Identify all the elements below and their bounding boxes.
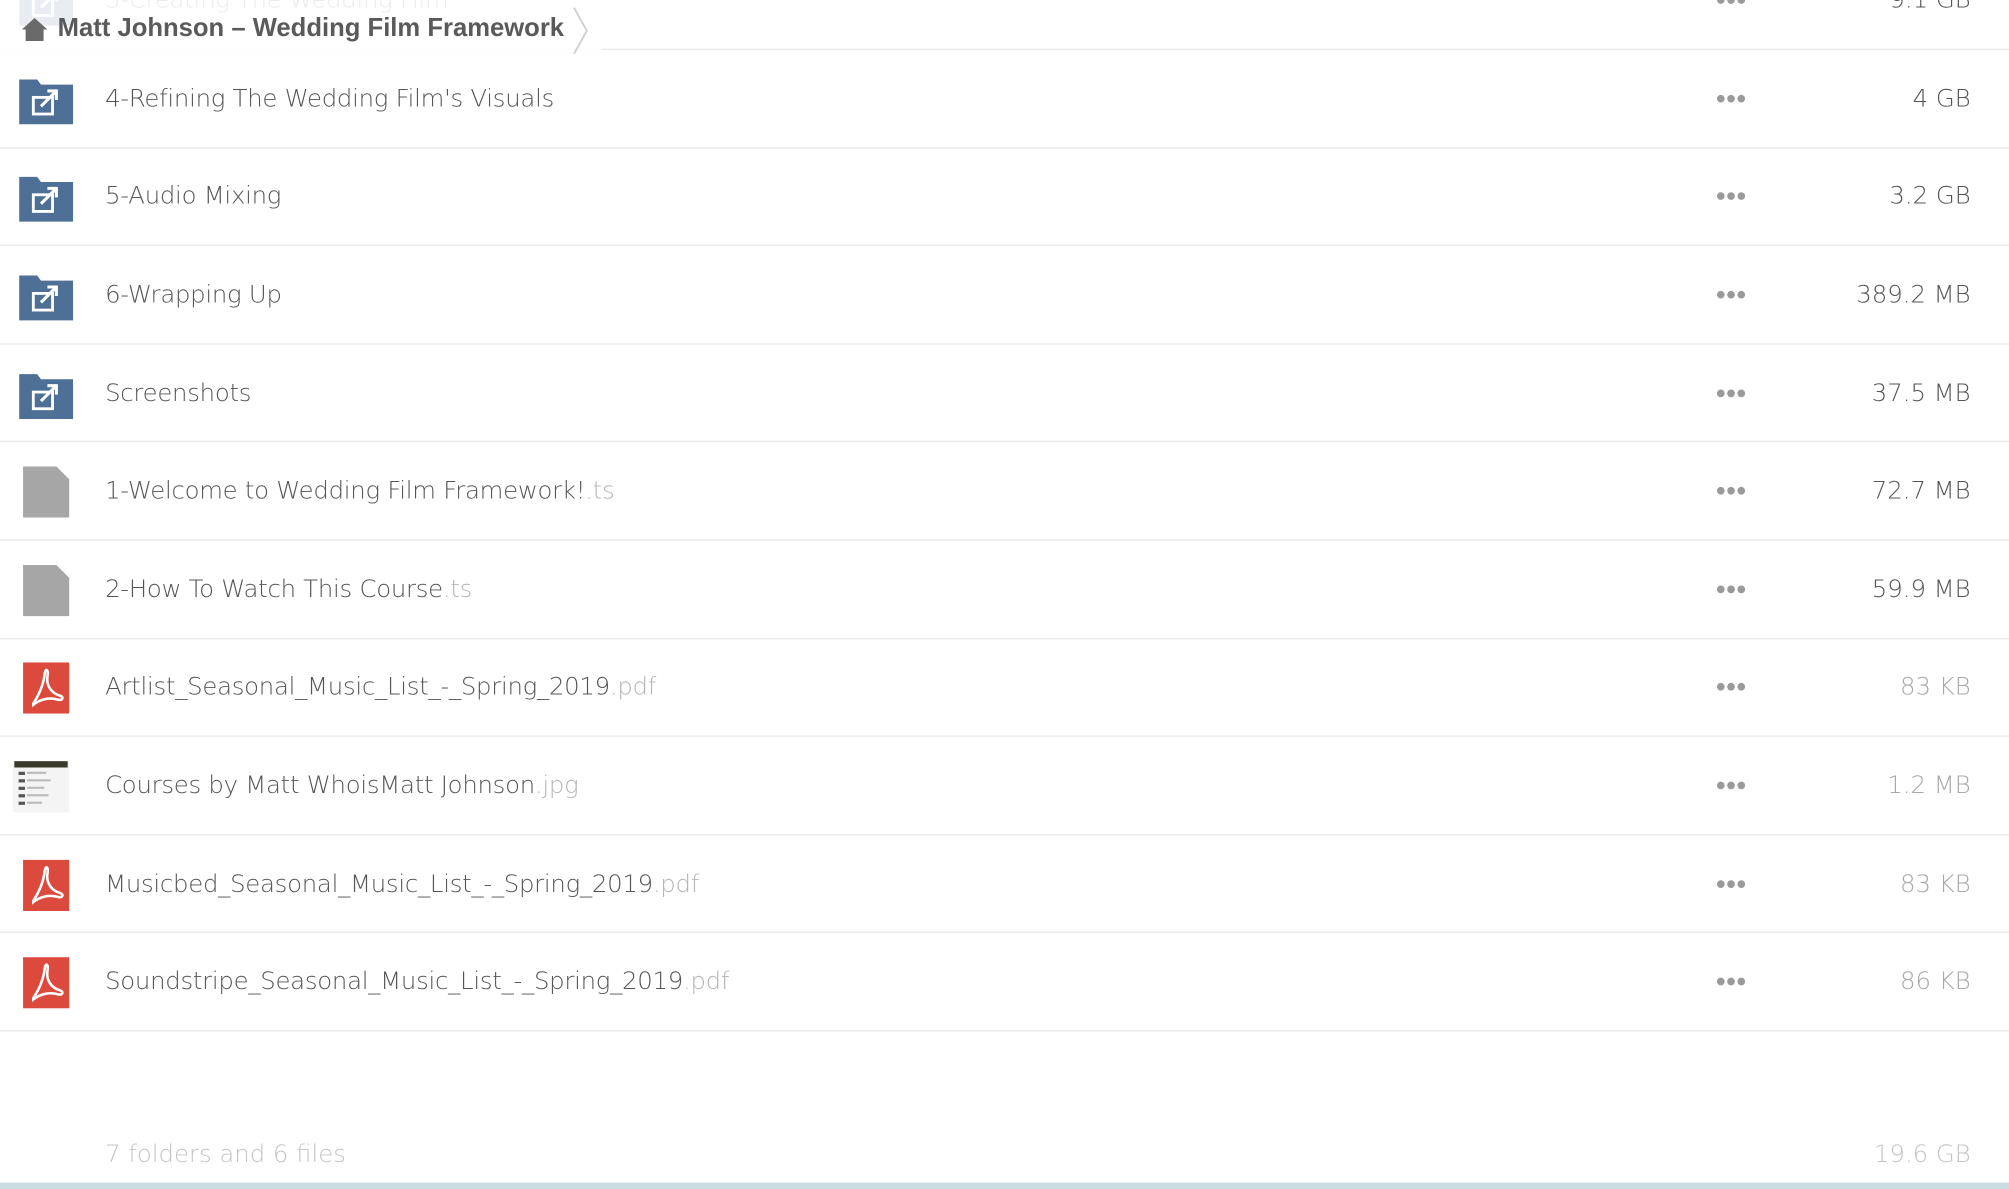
item-name-link[interactable]: Artlist_Seasonal_Music_List_-_Spring_201… [105, 673, 656, 701]
item-extension: .pdf [652, 869, 700, 898]
item-size: 59.9 MB [1871, 575, 1971, 604]
item-name: 1-Welcome to Wedding Film Framework! [105, 476, 586, 506]
item-name-link[interactable]: Courses by Matt WhoisMatt Johnson.jpg [105, 771, 579, 800]
more-options-icon[interactable] [1716, 290, 1748, 300]
more-options-icon[interactable] [1716, 0, 1748, 5]
item-name-link[interactable]: Musicbed_Seasonal_Music_List_-_Spring_20… [105, 869, 699, 897]
item-name: 2-How To Watch This Course [105, 575, 443, 604]
item-name: Courses by Matt WhoisMatt Johnson [105, 771, 535, 800]
file-row[interactable]: Courses by Matt WhoisMatt Johnson.jpg 1.2… [0, 737, 2009, 836]
item-size: 1.2 MB [1887, 771, 1971, 800]
item-name: 5-Audio Mixing [105, 182, 282, 211]
item-size: 83 KB [1900, 869, 1971, 898]
item-size: 72.7 MB [1871, 476, 1971, 506]
folder-row[interactable]: 4-Refining The Wedding Film's Visuals 4 G… [0, 50, 2009, 149]
shared-folder-icon [18, 74, 74, 125]
item-name: Screenshots [105, 378, 252, 407]
item-size: 4 GB [1912, 84, 1971, 113]
more-options-icon[interactable] [1716, 93, 1748, 103]
file-row[interactable]: Artlist_Seasonal_Music_List_-_Spring_201… [0, 639, 2009, 737]
folder-row[interactable]: 5-Audio Mixing 3.2 GB [0, 148, 2009, 247]
breadcrumb-current-folder[interactable]: Matt Johnson – Wedding Film Framework [58, 14, 564, 43]
folder-row[interactable]: 6-Wrapping Up 389.2 MB [0, 246, 2009, 345]
item-size: 37.5 MB [1871, 378, 1971, 407]
item-extension: .jpg [534, 771, 579, 800]
item-extension: .pdf [609, 673, 657, 702]
generic-file-icon [18, 564, 74, 617]
item-size: 83 KB [1900, 673, 1971, 702]
item-extension: .ts [442, 575, 473, 604]
more-options-icon[interactable] [1716, 682, 1748, 692]
generic-file-icon [18, 466, 74, 518]
file-row[interactable]: 1-Welcome to Wedding Film Framework!.ts 7… [0, 443, 2009, 541]
folder-row[interactable]: Screenshots 37.5 MB [0, 344, 2009, 443]
more-options-icon[interactable] [1716, 878, 1748, 888]
pdf-file-icon [18, 859, 74, 911]
item-size: 389.2 MB [1856, 280, 1971, 309]
item-name-link[interactable]: Screenshots [105, 379, 251, 407]
shared-folder-icon [18, 270, 74, 321]
item-name: 6-Wrapping Up [105, 280, 282, 309]
item-size: 3.2 GB [1889, 182, 1971, 211]
pdf-file-icon [18, 957, 74, 1009]
item-name-link[interactable]: 5-Audio Mixing [105, 182, 281, 210]
item-name: Artlist_Seasonal_Music_List_-_Spring_201… [105, 673, 610, 702]
breadcrumb-separator-icon [569, 5, 592, 56]
more-options-icon[interactable] [1716, 584, 1748, 594]
home-icon[interactable] [21, 15, 49, 43]
file-row[interactable]: Musicbed_Seasonal_Music_List_-_Spring_20… [0, 835, 2009, 934]
item-name-link[interactable]: 4-Refining The Wedding Film's Visuals [105, 84, 554, 112]
file-browser: 3-Creating The Wedding Film9.1 GB4-Refin… [0, 0, 2009, 1189]
item-name: Soundstripe_Seasonal_Music_List_-_Spring… [105, 967, 683, 996]
folder-file-summary: 7 folders and 6 files [105, 1140, 346, 1169]
more-options-icon[interactable] [1716, 191, 1748, 201]
list-footer: 7 folders and 6 files 19.6 GB [0, 1115, 2009, 1179]
item-name: 4-Refining The Wedding Film's Visuals [105, 84, 555, 113]
pdf-file-icon [18, 662, 74, 715]
item-extension: .ts [585, 476, 615, 506]
item-name-link[interactable]: 2-How To Watch This Course.ts [105, 575, 472, 603]
file-row[interactable]: 2-How To Watch This Course.ts 59.9 MB [0, 541, 2009, 639]
more-options-icon[interactable] [1716, 486, 1748, 496]
item-size: 86 KB [1900, 967, 1971, 996]
item-size: 9.1 GB [1889, 0, 1971, 15]
breadcrumb: Matt Johnson – Wedding Film Framework [0, 0, 603, 59]
more-options-icon[interactable] [1716, 388, 1748, 398]
shared-folder-icon [18, 172, 74, 223]
shared-folder-icon [18, 368, 74, 419]
image-thumbnail-icon [12, 761, 70, 813]
more-options-icon[interactable] [1716, 977, 1748, 987]
item-name-link[interactable]: 6-Wrapping Up [105, 281, 282, 309]
item-name: Musicbed_Seasonal_Music_List_-_Spring_20… [105, 869, 653, 898]
file-row[interactable]: Soundstripe_Seasonal_Music_List_-_Spring… [0, 933, 2009, 1032]
total-size: 19.6 GB [1873, 1140, 1971, 1169]
item-name-link[interactable]: Soundstripe_Seasonal_Music_List_-_Spring… [105, 968, 729, 996]
more-options-icon[interactable] [1716, 780, 1748, 790]
item-extension: .pdf [682, 967, 730, 996]
file-list: 3-Creating The Wedding Film9.1 GB4-Refin… [0, 0, 2009, 1032]
item-name-link[interactable]: 1-Welcome to Wedding Film Framework!.ts [105, 476, 615, 506]
bottom-divider [0, 1182, 2009, 1189]
